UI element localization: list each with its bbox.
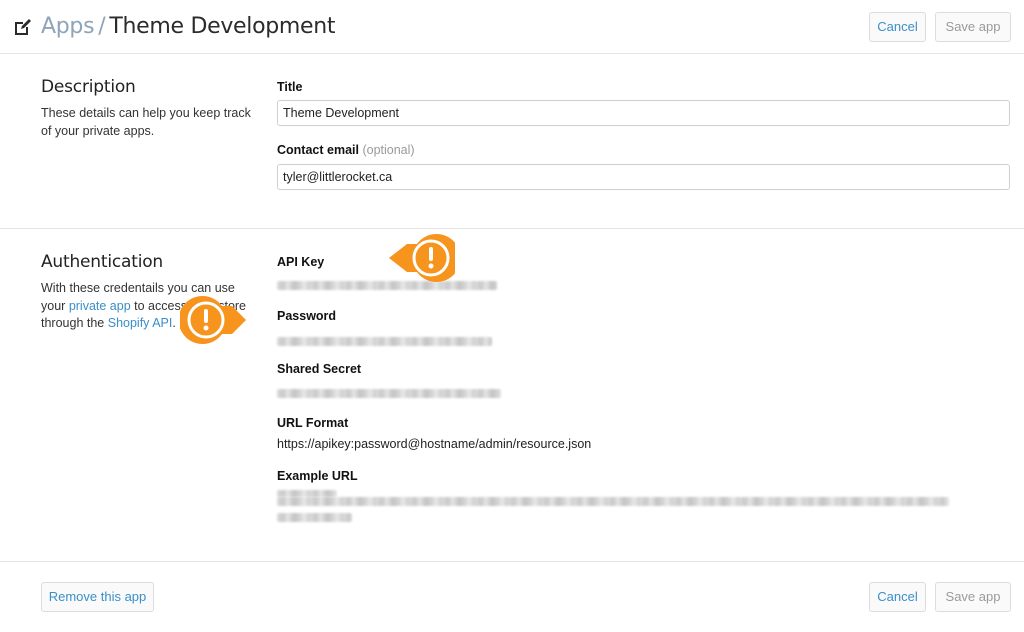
exclamation-callout-password — [180, 296, 246, 344]
page-title: Theme Development — [109, 14, 336, 39]
password-label: Password — [277, 309, 337, 323]
auth-text-after: . — [172, 316, 176, 330]
page-header: Apps / Theme Development Cancel Save app — [0, 0, 1024, 54]
url-format-value: https://apikey:password@hostname/admin/r… — [277, 437, 592, 451]
breadcrumb-apps-link[interactable]: Apps — [41, 14, 95, 39]
example-url-label: Example URL — [277, 469, 358, 483]
contact-email-label: Contact email (optional) — [277, 143, 415, 157]
authentication-heading: Authentication — [41, 252, 163, 272]
password-value-redacted — [277, 337, 492, 346]
description-heading: Description — [41, 77, 136, 97]
exclamation-icon — [203, 309, 209, 331]
section-divider — [0, 228, 1024, 229]
example-url-redacted-line-1a — [277, 490, 337, 497]
footer-divider — [0, 561, 1024, 562]
header-cancel-button[interactable]: Cancel — [869, 12, 926, 42]
contact-email-input[interactable]: tyler@littlerocket.ca — [277, 164, 1010, 190]
exclamation-callout-api-key — [389, 234, 455, 282]
example-url-redacted-line-2 — [277, 513, 352, 522]
title-input[interactable]: Theme Development — [277, 100, 1010, 126]
private-app-link[interactable]: private app — [69, 299, 131, 313]
shopify-api-link[interactable]: Shopify API — [108, 316, 173, 330]
description-help-text: These details can help you keep track of… — [41, 106, 251, 138]
title-label: Title — [277, 80, 303, 94]
exclamation-icon — [428, 247, 434, 269]
footer-save-app-button[interactable]: Save app — [935, 582, 1011, 612]
edit-icon — [15, 19, 31, 35]
shared-secret-value-redacted — [277, 389, 501, 398]
optional-hint: (optional) — [362, 143, 415, 157]
api-key-label: API Key — [277, 255, 325, 269]
remove-app-button[interactable]: Remove this app — [41, 582, 154, 612]
header-save-app-button[interactable]: Save app — [935, 12, 1011, 42]
url-format-label: URL Format — [277, 416, 349, 430]
breadcrumb: Apps / Theme Development — [41, 14, 336, 40]
footer-cancel-button[interactable]: Cancel — [869, 582, 926, 612]
example-url-redacted-line-1 — [277, 497, 949, 506]
contact-email-label-text: Contact email — [277, 143, 359, 157]
shared-secret-label: Shared Secret — [277, 362, 362, 376]
breadcrumb-separator: / — [98, 14, 106, 39]
